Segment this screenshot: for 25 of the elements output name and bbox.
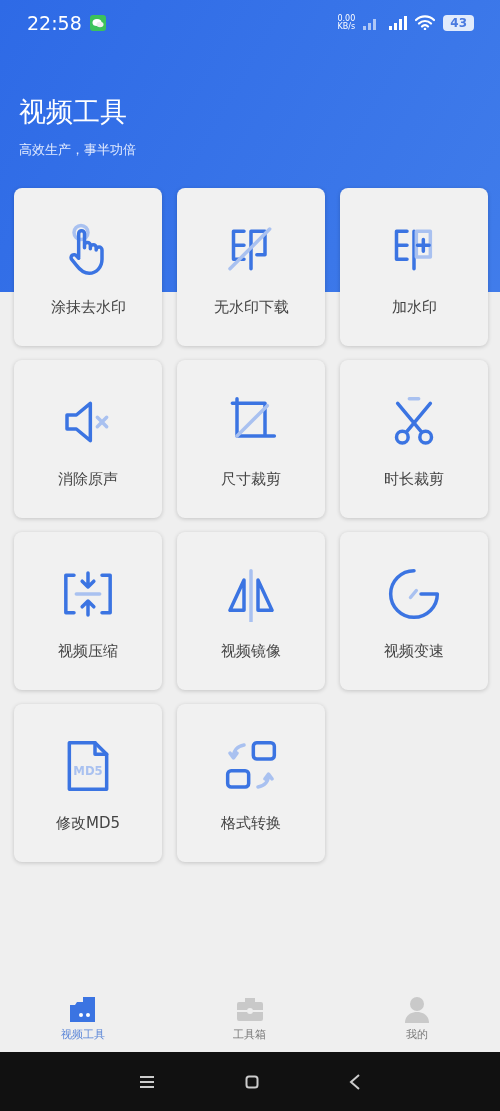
page-title: 视频工具 (19, 95, 128, 129)
menu-icon[interactable] (139, 1074, 155, 1089)
nav-tab[interactable]: 工具箱 (200, 994, 300, 1042)
tool-card[interactable]: 涂抹去水印 (14, 188, 162, 346)
tool-card[interactable]: 尺寸裁剪 (177, 360, 325, 518)
wifi-icon (415, 15, 436, 30)
clock-time: 22:58 (27, 11, 82, 34)
tool-card[interactable]: 视频变速 (340, 532, 488, 690)
home-icon[interactable] (245, 1074, 259, 1089)
tool-card[interactable]: 时长裁剪 (340, 360, 488, 518)
tool-card[interactable]: 格式转换 (177, 704, 325, 862)
tool-card[interactable]: 消除原声 (14, 360, 162, 518)
chat-app-icon (89, 14, 106, 31)
signal-icon (389, 15, 408, 30)
speedometer-icon (386, 566, 442, 622)
tool-card[interactable]: 加水印 (340, 188, 488, 346)
tool-card[interactable]: MD5 修改MD5 (14, 704, 162, 862)
nav-tab[interactable]: 我的 (366, 994, 467, 1042)
network-speed: 0.00 KB/s (337, 14, 356, 31)
tool-card[interactable]: 无水印下载 (177, 188, 325, 346)
tool-card[interactable]: 视频压缩 (14, 532, 162, 690)
page-subtitle: 高效生产，事半功倍 (19, 141, 137, 159)
battery-level: 43 (443, 14, 474, 31)
back-icon[interactable] (349, 1073, 361, 1090)
tool-card[interactable]: 视频镜像 (177, 532, 325, 690)
